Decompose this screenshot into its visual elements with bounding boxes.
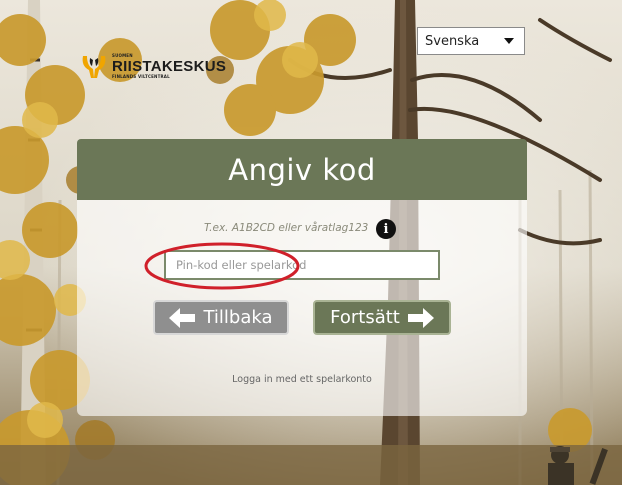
code-hint: T.ex. A1B2CD eller våratlag123 bbox=[204, 222, 369, 234]
player-account-login-link[interactable]: Logga in med ett spelarkonto bbox=[0, 374, 604, 385]
language-selected-value: Svenska bbox=[425, 33, 480, 49]
riistakeskus-logo: SUOMEN RIISTAKESKUS FINLANDS VILTCENTRAL bbox=[79, 52, 226, 80]
continue-button[interactable]: Fortsätt bbox=[313, 300, 451, 335]
back-button-label: Tillbaka bbox=[203, 307, 273, 328]
logo-name: RIISTAKESKUS bbox=[112, 57, 227, 75]
language-select[interactable]: Svenska bbox=[417, 27, 525, 55]
dialog-title: Angiv kod bbox=[228, 152, 376, 187]
dialog-header: Angiv kod bbox=[77, 139, 527, 200]
back-button[interactable]: Tillbaka bbox=[153, 300, 289, 335]
logo-small-line: SUOMEN bbox=[112, 52, 133, 58]
logo-wordmark: SUOMEN RIISTAKESKUS FINLANDS VILTCENTRAL bbox=[112, 52, 227, 79]
arrow-right-icon bbox=[407, 307, 434, 328]
login-screen: SUOMEN RIISTAKESKUS FINLANDS VILTCENTRAL… bbox=[0, 0, 622, 485]
logo-subtitle: FINLANDS VILTCENTRAL bbox=[112, 73, 170, 79]
arrow-left-icon bbox=[169, 307, 196, 328]
info-icon[interactable]: i bbox=[376, 219, 396, 239]
chevron-down-icon bbox=[504, 38, 514, 44]
continue-button-label: Fortsätt bbox=[330, 307, 400, 328]
code-input[interactable] bbox=[164, 250, 440, 280]
antler-logo-icon bbox=[82, 56, 106, 78]
